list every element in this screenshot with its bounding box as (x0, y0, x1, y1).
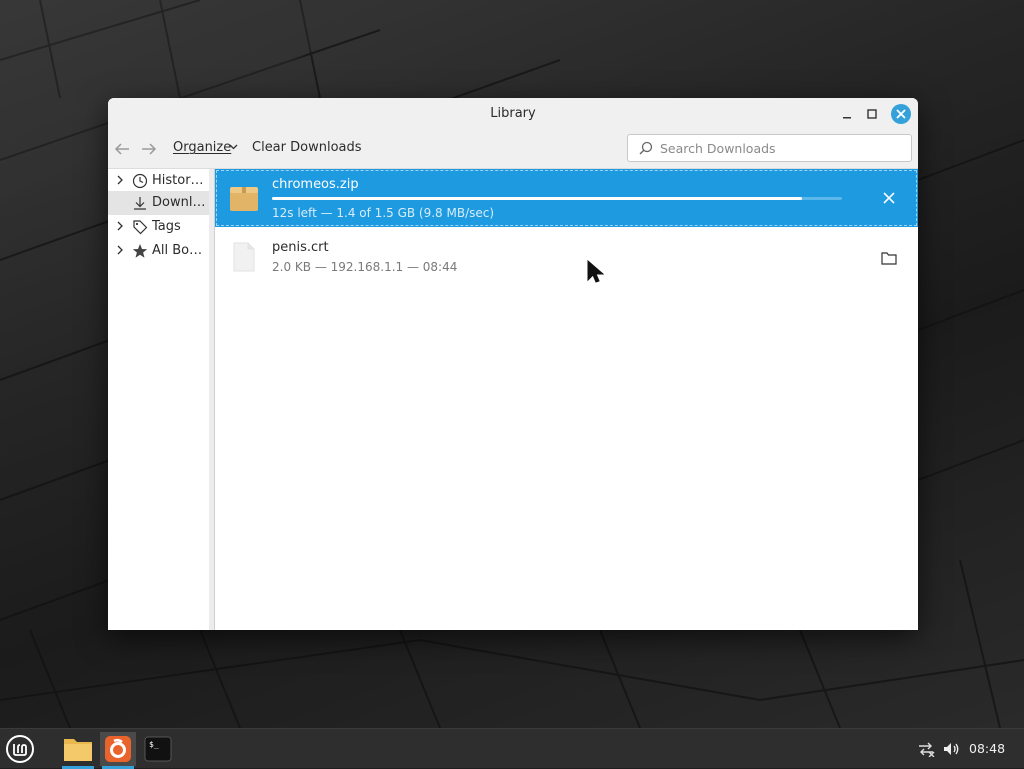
maximize-icon (867, 109, 877, 119)
taskbar: $_ 08:48 (0, 728, 1024, 769)
window-title: Library (490, 106, 536, 121)
forward-button[interactable] (139, 139, 159, 159)
sidebar-item-label: Histor… (152, 173, 204, 188)
search-downloads-input[interactable]: Search Downloads (627, 134, 912, 162)
clear-downloads-button[interactable]: Clear Downloads (252, 140, 362, 155)
download-row[interactable]: penis.crt 2.0 KB — 192.168.1.1 — 08:44 (215, 233, 918, 285)
download-progress-bar (272, 197, 842, 200)
chevron-right-icon (117, 175, 123, 185)
terminal-app-button[interactable]: $_ (140, 732, 176, 766)
search-icon (639, 141, 653, 155)
svg-text:$_: $_ (149, 740, 159, 749)
clock-icon (132, 173, 148, 189)
download-icon (134, 197, 146, 210)
sidebar: Histor… Downl… Tags All Bo… (108, 169, 210, 630)
mouse-pointer-icon (587, 260, 605, 283)
show-in-folder-button[interactable] (879, 248, 899, 268)
network-disconnected-icon (919, 742, 935, 757)
back-button[interactable] (112, 139, 132, 159)
chevron-right-icon (117, 221, 123, 231)
library-window: Library Organize Clear Downloads Search … (108, 98, 918, 630)
downloads-list: chromeos.zip 12s left — 1.4 of 1.5 GB (9… (215, 169, 918, 630)
search-placeholder: Search Downloads (660, 141, 776, 156)
arrow-right-icon (142, 143, 157, 155)
download-filename: penis.crt (272, 240, 329, 255)
clock[interactable]: 08:48 (969, 741, 1005, 756)
files-icon (64, 739, 92, 761)
chevron-down-icon (229, 144, 238, 150)
maximize-button[interactable] (864, 106, 880, 122)
star-icon (132, 244, 148, 258)
sidebar-item-history[interactable]: Histor… (108, 169, 209, 193)
toolbar: Organize Clear Downloads Search Download… (108, 130, 918, 169)
volume-tray-button[interactable] (942, 739, 962, 759)
sidebar-item-label: All Bo… (152, 243, 203, 258)
title-bar[interactable]: Library (108, 98, 918, 130)
firefox-app-button[interactable] (100, 732, 136, 769)
minimize-icon (843, 117, 851, 119)
menu-icon (6, 735, 34, 763)
sidebar-item-label: Tags (152, 219, 181, 234)
sidebar-item-label: Downl… (152, 195, 206, 210)
start-menu-button[interactable] (2, 732, 38, 766)
close-icon (896, 109, 906, 119)
files-app-button[interactable] (60, 732, 96, 769)
network-tray-button[interactable] (916, 739, 936, 759)
arrow-left-icon (114, 143, 129, 155)
download-row-active[interactable]: chromeos.zip 12s left — 1.4 of 1.5 GB (9… (215, 169, 918, 227)
firefox-icon (105, 736, 131, 762)
sidebar-item-all-bookmarks[interactable]: All Bo… (108, 239, 209, 263)
tag-icon (133, 220, 148, 235)
download-status: 2.0 KB — 192.168.1.1 — 08:44 (272, 260, 458, 274)
minimize-button[interactable] (839, 106, 855, 122)
download-filename: chromeos.zip (272, 177, 359, 192)
sidebar-item-downloads[interactable]: Downl… (108, 191, 209, 215)
cancel-download-button[interactable] (880, 189, 898, 207)
archive-icon (230, 187, 258, 211)
terminal-icon: $_ (144, 736, 172, 762)
folder-icon (881, 252, 897, 265)
sidebar-item-tags[interactable]: Tags (108, 215, 209, 239)
close-button[interactable] (891, 104, 911, 124)
volume-icon (944, 743, 959, 755)
download-status: 12s left — 1.4 of 1.5 GB (9.8 MB/sec) (272, 206, 495, 220)
file-icon (233, 242, 255, 272)
cancel-icon (883, 192, 895, 204)
download-progress-fill (272, 197, 803, 200)
organize-menu-button[interactable]: Organize (173, 140, 231, 155)
chevron-right-icon (117, 245, 123, 255)
